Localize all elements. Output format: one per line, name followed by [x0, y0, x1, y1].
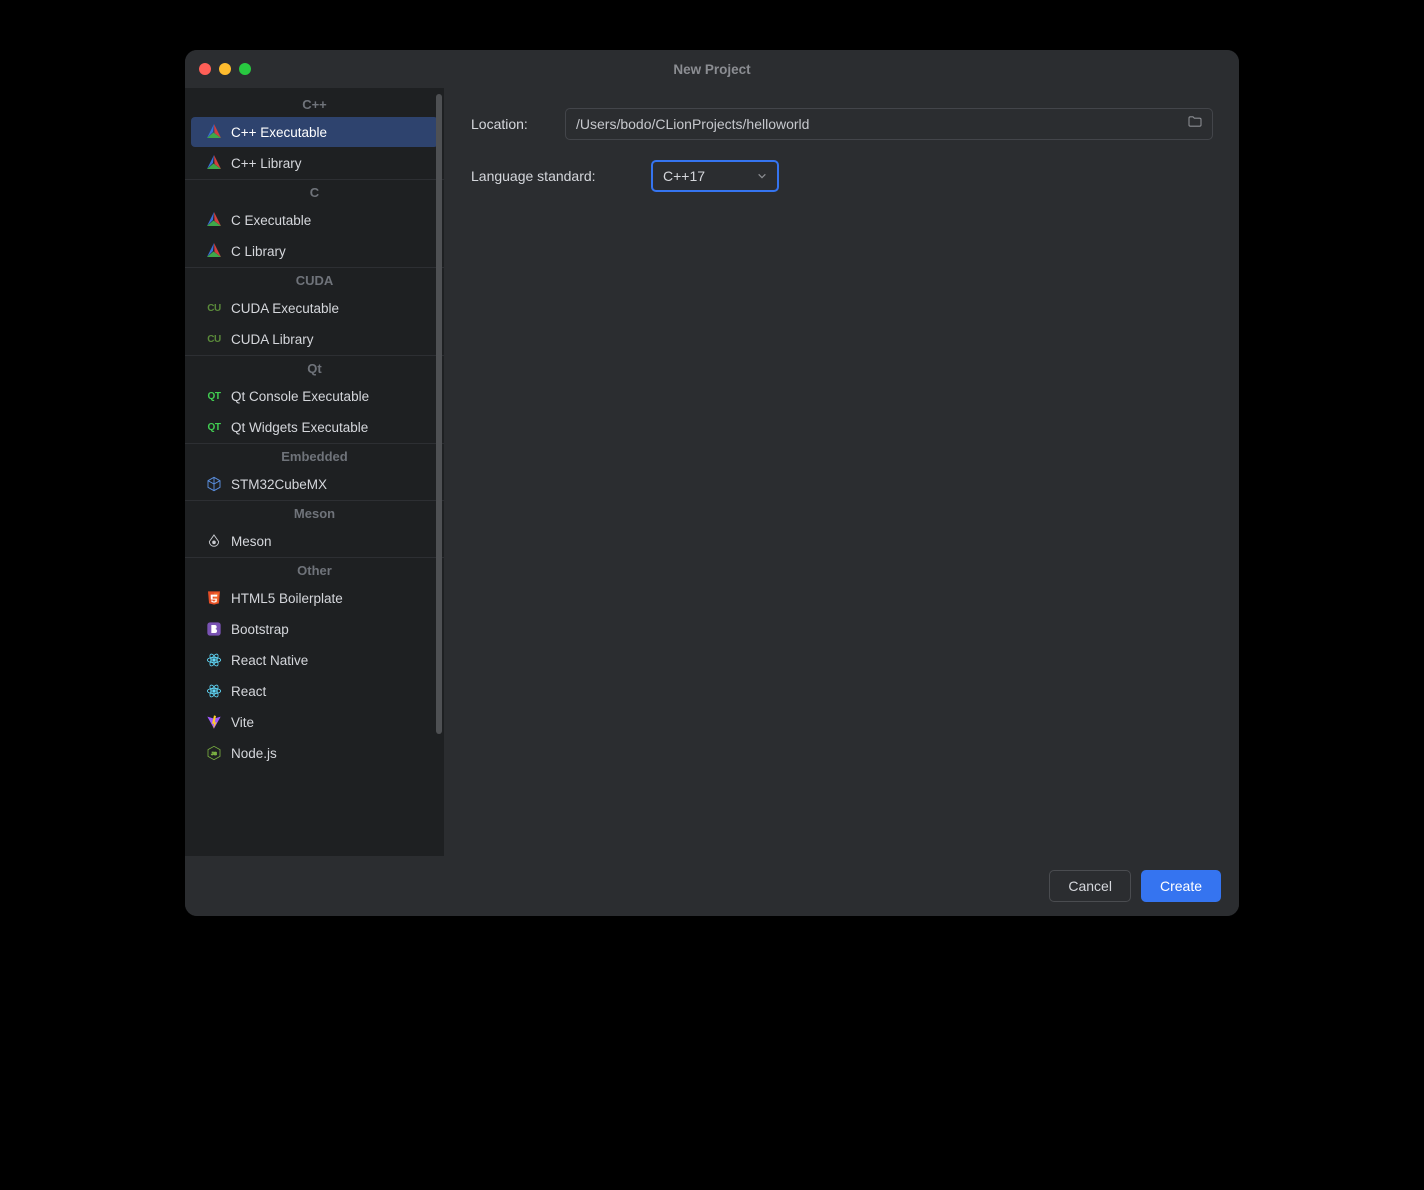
new-project-dialog: New Project C++ C++ Executable C++ Library… — [185, 50, 1239, 916]
cmake-icon — [205, 242, 223, 260]
location-row: Location: /Users/bodo/CLionProjects/hell… — [471, 108, 1213, 140]
html5-icon — [205, 589, 223, 607]
sidebar-item-c-library[interactable]: C++ Library — [191, 148, 438, 178]
react-icon — [205, 651, 223, 669]
svg-text:JS: JS — [211, 751, 217, 756]
sidebar-item-label: CUDA Executable — [231, 301, 339, 316]
language-standard-select[interactable]: C++17 — [651, 160, 779, 192]
sidebar-item-label: Meson — [231, 534, 272, 549]
sidebar-item-meson[interactable]: Meson — [191, 526, 438, 556]
footer: Cancel Create — [185, 856, 1239, 916]
folder-icon[interactable] — [1187, 114, 1203, 135]
sidebar-item-label: C Library — [231, 244, 286, 259]
cu-icon: CU — [205, 299, 223, 317]
qt-icon: QT — [205, 418, 223, 436]
sidebar-group-header: CUDA — [185, 267, 444, 292]
sidebar-group-header: Meson — [185, 500, 444, 525]
sidebar-item-label: React Native — [231, 653, 308, 668]
maximize-button[interactable] — [239, 63, 251, 75]
vite-icon — [205, 713, 223, 731]
sidebar-item-label: STM32CubeMX — [231, 477, 327, 492]
sidebar-item-react-native[interactable]: React Native — [191, 645, 438, 675]
cu-icon: CU — [205, 330, 223, 348]
cmake-icon — [205, 211, 223, 229]
sidebar-item-vite[interactable]: Vite — [191, 707, 438, 737]
close-button[interactable] — [199, 63, 211, 75]
language-standard-value: C++17 — [663, 168, 705, 184]
sidebar-item-qt-widgets-executable[interactable]: QT Qt Widgets Executable — [191, 412, 438, 442]
meson-icon — [205, 532, 223, 550]
react-icon — [205, 682, 223, 700]
language-standard-label: Language standard: — [471, 168, 635, 184]
sidebar-item-label: C++ Executable — [231, 125, 327, 140]
sidebar-item-label: Vite — [231, 715, 254, 730]
sidebar-group-header: Other — [185, 557, 444, 582]
bootstrap-icon — [205, 620, 223, 638]
sidebar-item-html5-boilerplate[interactable]: HTML5 Boilerplate — [191, 583, 438, 613]
language-standard-row: Language standard: C++17 — [471, 160, 1213, 192]
sidebar-item-stm32cubemx[interactable]: STM32CubeMX — [191, 469, 438, 499]
sidebar-item-node-js[interactable]: JS Node.js — [191, 738, 438, 768]
sidebar-item-c-executable[interactable]: C Executable — [191, 205, 438, 235]
create-button[interactable]: Create — [1141, 870, 1221, 902]
cube-icon — [205, 475, 223, 493]
titlebar: New Project — [185, 50, 1239, 88]
sidebar-item-cuda-library[interactable]: CU CUDA Library — [191, 324, 438, 354]
qt-icon: QT — [205, 387, 223, 405]
window-controls — [199, 63, 251, 75]
location-label: Location: — [471, 116, 549, 132]
sidebar-item-label: C Executable — [231, 213, 311, 228]
sidebar-item-label: HTML5 Boilerplate — [231, 591, 343, 606]
sidebar-item-c-executable[interactable]: C++ Executable — [191, 117, 438, 147]
chevron-down-icon — [757, 168, 767, 184]
sidebar-item-cuda-executable[interactable]: CU CUDA Executable — [191, 293, 438, 323]
location-input[interactable]: /Users/bodo/CLionProjects/helloworld — [565, 108, 1213, 140]
sidebar-item-label: React — [231, 684, 266, 699]
sidebar-item-bootstrap[interactable]: Bootstrap — [191, 614, 438, 644]
content: C++ C++ Executable C++ Library C C Executabl… — [185, 88, 1239, 856]
sidebar-item-label: CUDA Library — [231, 332, 314, 347]
cancel-button[interactable]: Cancel — [1049, 870, 1131, 902]
sidebar-group-header: Qt — [185, 355, 444, 380]
sidebar-item-c-library[interactable]: C Library — [191, 236, 438, 266]
sidebar-item-label: C++ Library — [231, 156, 302, 171]
main-panel: Location: /Users/bodo/CLionProjects/hell… — [445, 88, 1239, 856]
node-icon: JS — [205, 744, 223, 762]
window-title: New Project — [185, 62, 1239, 77]
scrollbar-thumb[interactable] — [436, 94, 442, 734]
sidebar-group-header: C++ — [185, 88, 444, 116]
sidebar-group-header: C — [185, 179, 444, 204]
cmake-icon — [205, 123, 223, 141]
sidebar-item-label: Qt Console Executable — [231, 389, 369, 404]
minimize-button[interactable] — [219, 63, 231, 75]
sidebar-item-react[interactable]: React — [191, 676, 438, 706]
project-type-sidebar: C++ C++ Executable C++ Library C C Executabl… — [185, 88, 445, 856]
cmake-icon — [205, 154, 223, 172]
sidebar-item-label: Bootstrap — [231, 622, 289, 637]
location-input-wrap: /Users/bodo/CLionProjects/helloworld — [565, 108, 1213, 140]
sidebar-item-qt-console-executable[interactable]: QT Qt Console Executable — [191, 381, 438, 411]
sidebar-group-header: Embedded — [185, 443, 444, 468]
sidebar-item-label: Node.js — [231, 746, 277, 761]
sidebar-item-label: Qt Widgets Executable — [231, 420, 368, 435]
